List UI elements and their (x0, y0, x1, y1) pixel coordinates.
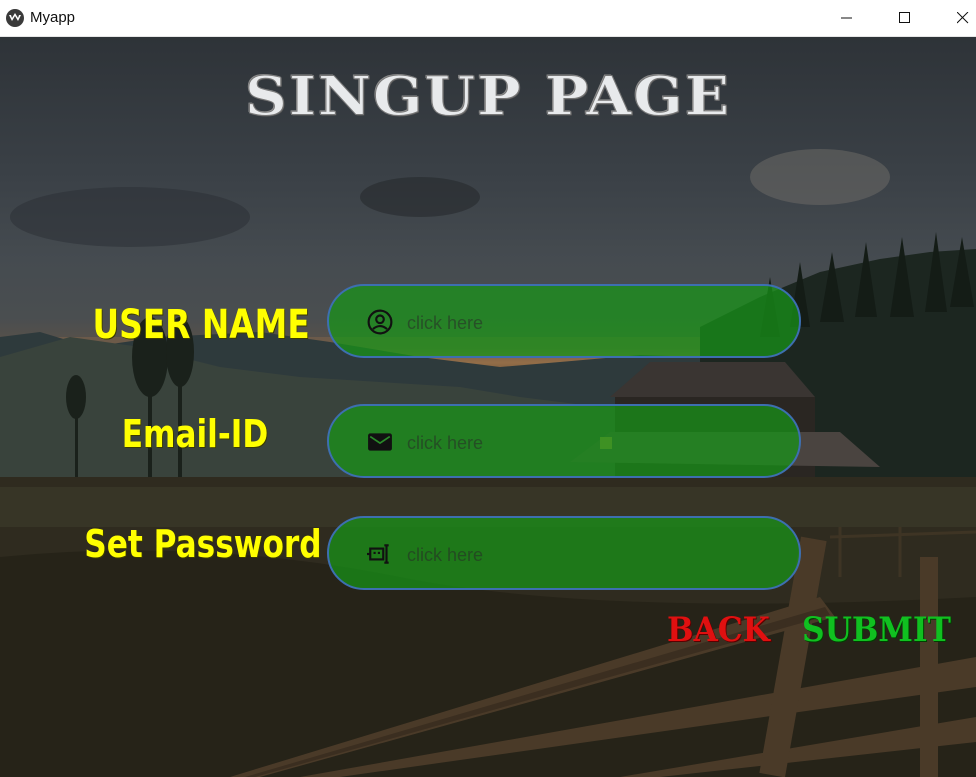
minimize-button[interactable] (824, 0, 870, 36)
maximize-button[interactable] (882, 0, 928, 36)
username-input[interactable] (405, 304, 779, 342)
password-label: Set Password (84, 522, 322, 566)
minimize-icon (841, 17, 852, 19)
app-window: Myapp SINGUP PAGE USER NAME Email-ID Set… (0, 0, 976, 777)
email-label: Email-ID (121, 412, 269, 456)
form-textbox-password-icon (367, 544, 389, 564)
window-title: Myapp (30, 9, 76, 26)
maximize-icon (899, 12, 910, 23)
close-icon (957, 12, 969, 24)
email-input[interactable] (405, 424, 779, 462)
username-field[interactable] (327, 284, 801, 358)
username-label: USER NAME (92, 302, 310, 348)
email-field[interactable] (327, 404, 801, 478)
close-button[interactable] (940, 0, 976, 36)
email-icon (368, 433, 392, 451)
page-title: SINGUP PAGE (244, 64, 732, 128)
title-bar: Myapp (0, 0, 976, 37)
back-button[interactable]: BACK (667, 610, 770, 650)
account-circle-icon (367, 309, 393, 335)
app-logo-icon (6, 9, 24, 27)
submit-button[interactable]: SUBMIT (802, 610, 951, 650)
password-field[interactable] (327, 516, 801, 590)
password-input[interactable] (405, 536, 779, 574)
